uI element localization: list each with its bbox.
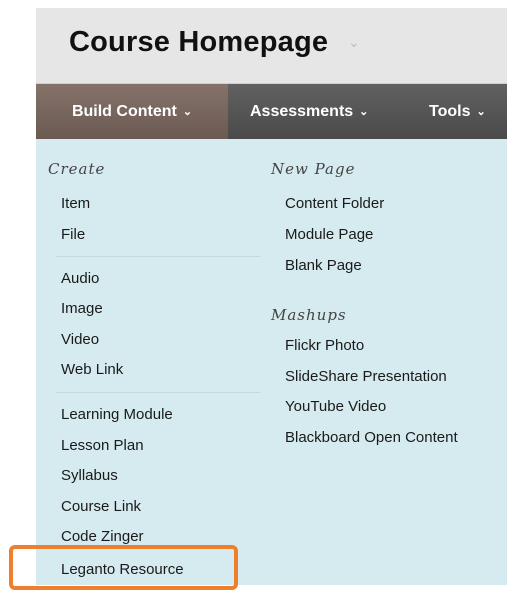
mashup-blackboard-open-content-link[interactable]: Blackboard Open Content bbox=[285, 429, 458, 446]
mashups-section-heading: Mashups bbox=[271, 306, 347, 324]
leganto-resource-highlight bbox=[9, 545, 238, 590]
chevron-down-icon: ⌄ bbox=[182, 106, 193, 118]
mashup-youtube-video-link[interactable]: YouTube Video bbox=[285, 398, 386, 415]
mashup-flickr-photo-link[interactable]: Flickr Photo bbox=[285, 337, 364, 354]
create-course-link-link[interactable]: Course Link bbox=[61, 498, 141, 515]
create-item-link[interactable]: Item bbox=[61, 195, 90, 212]
page-title[interactable]: Course Homepage bbox=[69, 26, 328, 59]
create-audio-link[interactable]: Audio bbox=[61, 270, 99, 287]
create-video-link[interactable]: Video bbox=[61, 331, 99, 348]
chevron-down-icon[interactable]: ⌄ bbox=[348, 34, 360, 51]
new-module-page-link[interactable]: Module Page bbox=[285, 226, 373, 243]
new-page-section-heading: New Page bbox=[271, 160, 356, 178]
tools-menu-button[interactable]: Tools ⌄ bbox=[429, 84, 486, 139]
create-lesson-plan-link[interactable]: Lesson Plan bbox=[61, 437, 144, 454]
create-web-link-link[interactable]: Web Link bbox=[61, 361, 123, 378]
course-menu-frame: Course Homepage ⌄ Build Content ⌄ Assessm… bbox=[36, 8, 507, 585]
tools-label: Tools bbox=[429, 103, 471, 120]
build-content-label: Build Content bbox=[71, 103, 177, 120]
create-code-zinger-link[interactable]: Code Zinger bbox=[61, 528, 144, 545]
content-action-bar: Build Content ⌄ Assessments ⌄ Tools ⌄ bbox=[36, 84, 507, 139]
build-content-menu-button[interactable]: Build Content ⌄ bbox=[36, 84, 228, 139]
chevron-down-icon: ⌄ bbox=[359, 106, 369, 118]
new-content-folder-link[interactable]: Content Folder bbox=[285, 195, 384, 212]
create-file-link[interactable]: File bbox=[61, 226, 85, 243]
chevron-down-icon: ⌄ bbox=[476, 106, 486, 118]
assessments-label: Assessments bbox=[250, 103, 354, 120]
new-blank-page-link[interactable]: Blank Page bbox=[285, 257, 362, 274]
menu-divider bbox=[56, 392, 260, 393]
menu-divider bbox=[56, 256, 260, 257]
create-image-link[interactable]: Image bbox=[61, 300, 103, 317]
mashup-slideshare-link[interactable]: SlideShare Presentation bbox=[285, 368, 447, 385]
course-title-bar: Course Homepage ⌄ bbox=[36, 8, 507, 84]
assessments-menu-button[interactable]: Assessments ⌄ bbox=[250, 84, 368, 139]
create-learning-module-link[interactable]: Learning Module bbox=[61, 406, 173, 423]
create-syllabus-link[interactable]: Syllabus bbox=[61, 467, 118, 484]
create-section-heading: Create bbox=[48, 160, 106, 178]
